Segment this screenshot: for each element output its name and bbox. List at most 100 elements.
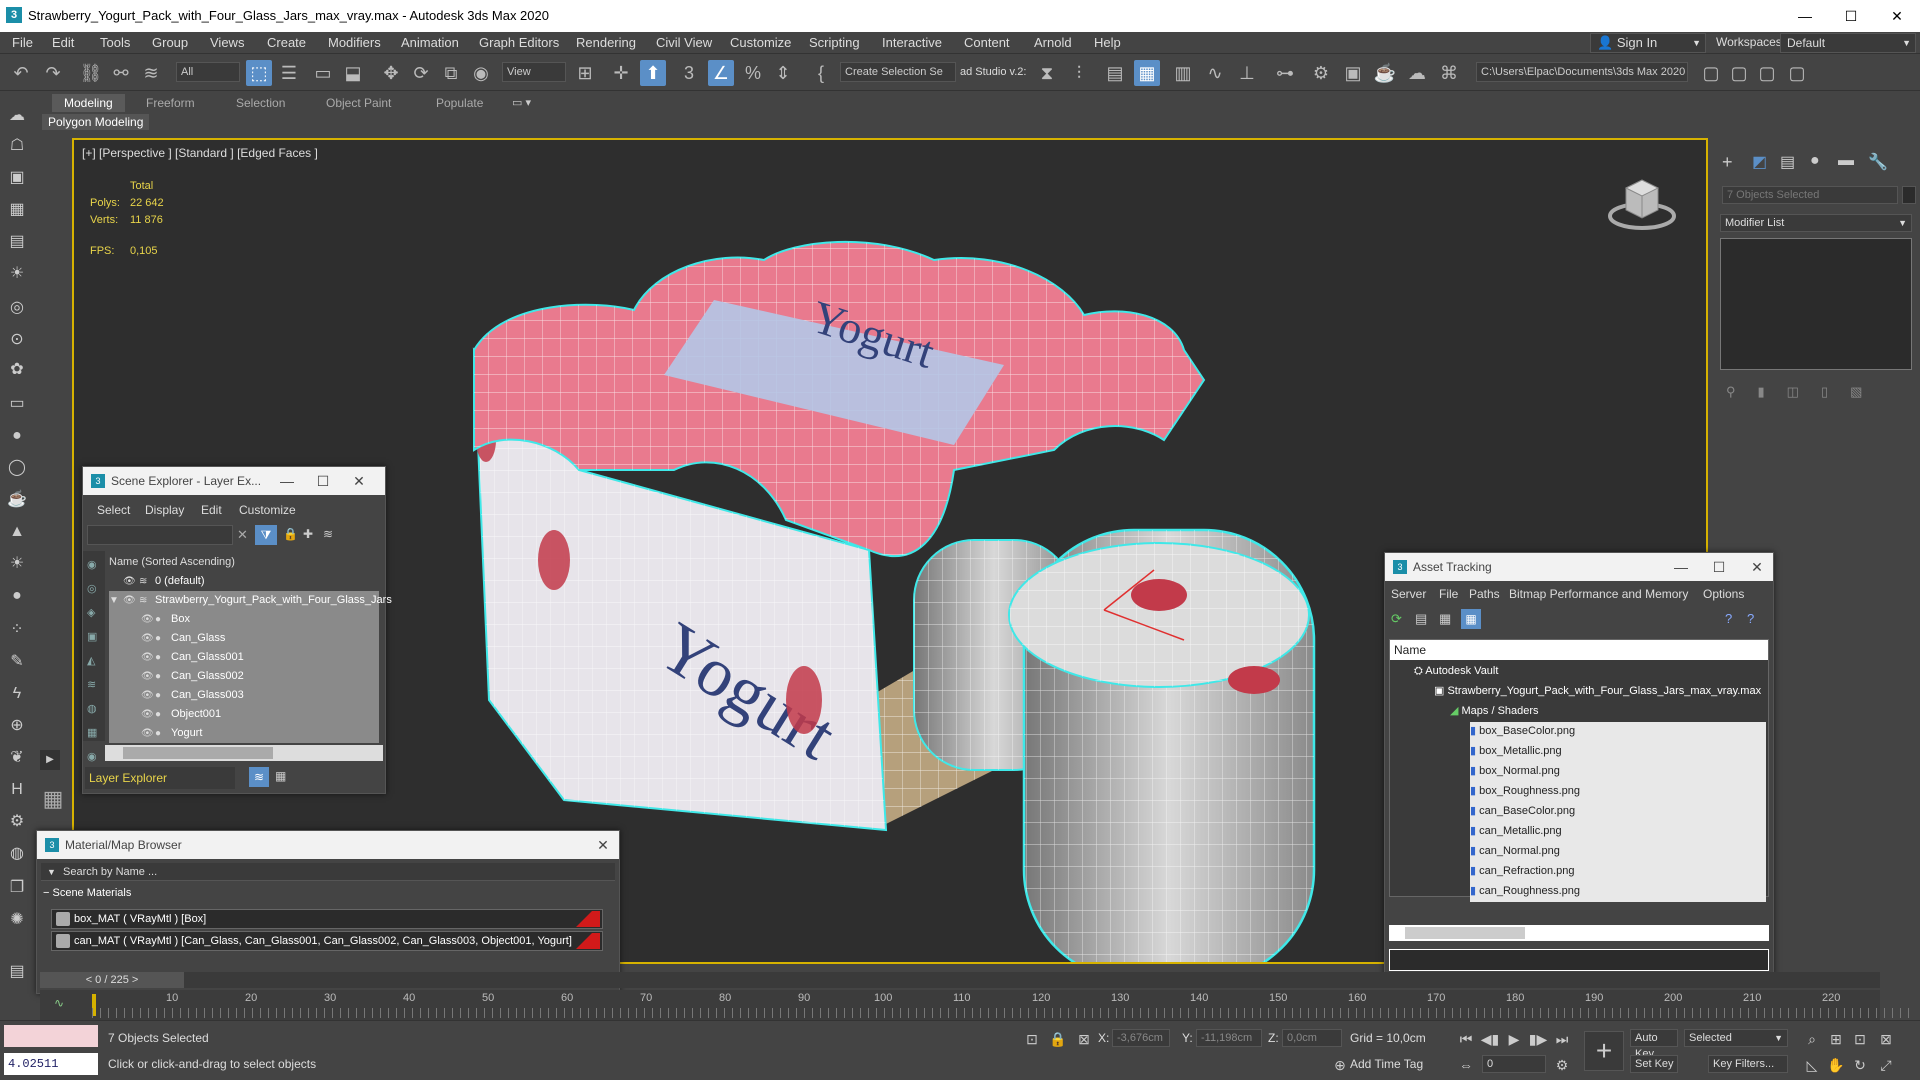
- particles-icon[interactable]: ▦: [5, 198, 29, 222]
- lights-icon[interactable]: ☀: [5, 262, 29, 286]
- menu-group[interactable]: Group: [152, 35, 188, 50]
- tree-row-layer[interactable]: 👁 ≋ 0 (default): [109, 572, 379, 591]
- rendered-frame-icon[interactable]: ▣: [1340, 60, 1366, 86]
- close-button[interactable]: ✕: [1739, 553, 1775, 581]
- go-to-end-icon[interactable]: ⏭: [1552, 1029, 1572, 1049]
- select-by-name-icon[interactable]: ☰: [276, 60, 302, 86]
- auto-key-button[interactable]: Auto Key: [1630, 1029, 1678, 1060]
- absolute-mode-icon[interactable]: ⊠: [1074, 1029, 1094, 1049]
- lock-icon[interactable]: 🔒: [283, 527, 298, 541]
- select-manipulate-icon[interactable]: ✛: [608, 60, 634, 86]
- zoom-extents-icon[interactable]: ⊡: [1850, 1029, 1870, 1049]
- curve-editor-icon[interactable]: ∿: [1202, 60, 1228, 86]
- texture-row[interactable]: ▮ can_BaseColor.png: [1470, 802, 1575, 821]
- render-in-cloud-icon[interactable]: ⌘: [1436, 60, 1462, 86]
- layers-icon[interactable]: ❐: [5, 876, 29, 900]
- angle-snap-icon[interactable]: ∠: [708, 60, 734, 86]
- menu-server[interactable]: Server: [1391, 587, 1426, 601]
- add-layer-icon[interactable]: ✚: [303, 527, 313, 541]
- menu-modifiers[interactable]: Modifiers: [328, 35, 381, 50]
- tree-row-scene[interactable]: ▼ 👁 ≋ Strawberry_Yogurt_Pack_with_Four_G…: [109, 591, 392, 610]
- close-button[interactable]: ✕: [1874, 0, 1920, 32]
- keyboard-shortcut-icon[interactable]: ⬆: [640, 60, 666, 86]
- close-button[interactable]: ✕: [341, 467, 377, 495]
- bubble-icon[interactable]: ◍: [5, 842, 29, 866]
- menu-file[interactable]: File: [12, 35, 33, 50]
- menu-options[interactable]: Options: [1703, 587, 1744, 601]
- texture-row[interactable]: ▮ can_Normal.png: [1470, 842, 1560, 861]
- close-button[interactable]: ✕: [585, 831, 621, 859]
- search-by-name-input[interactable]: ▼ Search by Name ...: [41, 863, 615, 881]
- eye-icon[interactable]: 👁: [141, 629, 154, 648]
- key-set-select[interactable]: Selected ▼: [1684, 1029, 1788, 1047]
- eye-icon[interactable]: 👁: [141, 648, 154, 667]
- globe-icon[interactable]: ⊕: [5, 714, 29, 738]
- menu-create[interactable]: Create: [267, 35, 306, 50]
- refresh-icon[interactable]: ⟳: [1391, 611, 1402, 627]
- tab-modeling[interactable]: Modeling: [52, 94, 125, 112]
- motion-tab-icon[interactable]: ●: [1810, 152, 1820, 170]
- viewport-layout-icon[interactable]: ▦: [38, 786, 68, 816]
- undo-icon[interactable]: ↶: [8, 60, 34, 86]
- menu-display[interactable]: Display: [145, 503, 184, 517]
- menu-views[interactable]: Views: [210, 35, 244, 50]
- tab-object-paint[interactable]: Object Paint: [314, 94, 403, 112]
- tree-row-vault[interactable]: ⛭ Autodesk Vault: [1414, 662, 1498, 681]
- menu-edit[interactable]: Edit: [201, 503, 222, 517]
- texture-row[interactable]: ▮ box_Metallic.png: [1470, 742, 1562, 761]
- workspaces-select[interactable]: Default ▼: [1780, 33, 1916, 53]
- menu-content[interactable]: Content: [964, 35, 1010, 50]
- dots-icon[interactable]: ⁘: [5, 618, 29, 642]
- ribbon-toggle-icon[interactable]: ▥: [1170, 60, 1196, 86]
- explorer-mode-select[interactable]: Layer Explorer: [85, 767, 235, 789]
- asset-tracking-titlebar[interactable]: 3 Asset Tracking — ☐ ✕: [1385, 553, 1773, 581]
- align-icon[interactable]: ⫶: [1066, 60, 1092, 86]
- compound-icon[interactable]: ▣: [5, 166, 29, 190]
- selection-filter-select[interactable]: All: [176, 62, 240, 82]
- zoom-icon[interactable]: ⌕: [1802, 1029, 1822, 1049]
- track-bar[interactable]: ∿ 10 20 30 40 50 60 70 80 90 100 110 120…: [40, 990, 1912, 1020]
- menu-help[interactable]: Help: [1094, 35, 1121, 50]
- zoom-extents-all-icon[interactable]: ⊠: [1876, 1029, 1896, 1049]
- modifier-stack[interactable]: [1720, 238, 1912, 370]
- play-icon[interactable]: ▶: [1504, 1029, 1524, 1049]
- layers-icon[interactable]: ≋: [323, 527, 333, 541]
- go-to-start-icon[interactable]: ⏮: [1456, 1029, 1476, 1049]
- table-icon[interactable]: ▦: [1439, 611, 1451, 627]
- clear-search-icon[interactable]: ✕: [237, 527, 248, 543]
- tab-freeform[interactable]: Freeform: [134, 94, 207, 112]
- dope-sheet-icon[interactable]: ⊥: [1234, 60, 1260, 86]
- tab-selection[interactable]: Selection: [224, 94, 297, 112]
- eye-icon[interactable]: 👁: [141, 686, 154, 705]
- maximize-button[interactable]: ☐: [1828, 0, 1874, 32]
- freeze-icon[interactable]: ●: [155, 686, 161, 705]
- previous-frame-icon[interactable]: ◀▮: [1480, 1029, 1500, 1049]
- material-item[interactable]: can_MAT ( VRayMtl ) [Can_Glass, Can_Glas…: [51, 931, 603, 951]
- time-slider-thumb[interactable]: < 0 / 225 >: [40, 972, 184, 988]
- rect-selection-icon[interactable]: ▭: [310, 60, 336, 86]
- help-info-icon[interactable]: ?: [1747, 611, 1754, 626]
- bind-space-warp-icon[interactable]: ≋: [138, 60, 164, 86]
- tab-populate[interactable]: Populate: [424, 94, 495, 112]
- polygon-modeling-tab[interactable]: Polygon Modeling: [42, 114, 150, 130]
- scene-materials-group[interactable]: − Scene Materials: [43, 887, 131, 899]
- display-tab-icon[interactable]: ▬: [1838, 152, 1854, 170]
- menu-graph-editors[interactable]: Graph Editors: [479, 35, 559, 50]
- cone-icon[interactable]: ▲: [5, 520, 29, 544]
- list-icon[interactable]: ▤: [1415, 611, 1427, 627]
- scene-explorer-icon[interactable]: ▦: [1134, 60, 1160, 86]
- material-browser-titlebar[interactable]: 3 Material/Map Browser ✕: [37, 831, 619, 859]
- tree-row-file[interactable]: ▣ Strawberry_Yogurt_Pack_with_Four_Glass…: [1434, 682, 1761, 701]
- spacewarps-icon[interactable]: ✿: [5, 358, 29, 382]
- open-project-icon[interactable]: ▢: [1754, 60, 1780, 86]
- window-crossing-icon[interactable]: ⬓: [340, 60, 366, 86]
- pan-icon[interactable]: ✋: [1826, 1055, 1846, 1075]
- tree-row-object[interactable]: 👁 ● Can_Glass003: [109, 686, 379, 705]
- set-key-big-icon[interactable]: +: [1584, 1031, 1624, 1071]
- tree-row-object[interactable]: 👁 ● Yogurt: [109, 724, 379, 743]
- current-frame-field[interactable]: 0: [1482, 1055, 1546, 1073]
- minimize-button[interactable]: —: [1663, 553, 1699, 581]
- set-key-button[interactable]: Set Key: [1630, 1055, 1678, 1073]
- maximize-viewport-icon[interactable]: ⤢: [1876, 1055, 1896, 1075]
- sphere-icon[interactable]: ●: [5, 424, 29, 448]
